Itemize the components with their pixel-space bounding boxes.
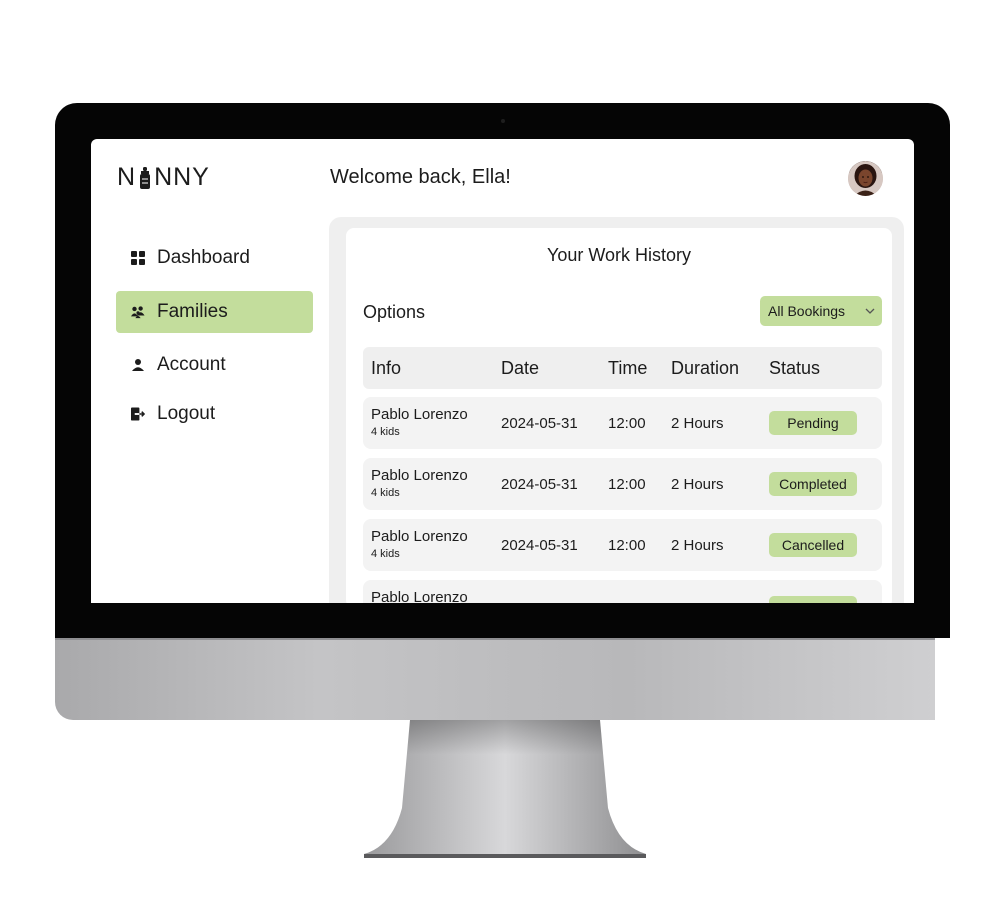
status-badge: Cancelled [769, 533, 857, 557]
booking-duration: 2 Hours [671, 476, 724, 493]
content-area: Your Work History Options All Bookings I… [91, 139, 914, 603]
table-row[interactable]: Pablo Lorenzo 4 kids 2024-05-31 12:00 2 … [363, 519, 882, 571]
status-badge [769, 596, 857, 603]
monitor-stand [364, 720, 646, 858]
bookings-filter-value: All Bookings [768, 303, 846, 319]
family-name: Pablo Lorenzo [371, 467, 468, 484]
camera-dot [501, 119, 505, 123]
status-badge: Completed [769, 472, 857, 496]
options-label: Options [363, 302, 426, 322]
column-header-info[interactable]: Info [371, 358, 401, 379]
column-header-status[interactable]: Status [769, 358, 820, 379]
column-header-time[interactable]: Time [608, 358, 647, 379]
table-header: Info Date Time Duration Status [363, 347, 882, 389]
kids-count: 4 kids [371, 487, 400, 499]
chevron-down-icon [865, 308, 875, 314]
booking-date: 2024-05-31 [501, 537, 578, 554]
table-row[interactable]: Pablo Lorenzo 4 kids 2024-05-31 12:00 2 … [363, 397, 882, 449]
family-name: Pablo Lorenzo [371, 528, 468, 545]
table-row[interactable]: Pablo Lorenzo [363, 580, 882, 603]
booking-date: 2024-05-31 [501, 476, 578, 493]
status-badge: Pending [769, 411, 857, 435]
family-name: Pablo Lorenzo [371, 406, 468, 423]
booking-time: 12:00 [608, 415, 646, 432]
kids-count: 4 kids [371, 548, 400, 560]
family-name: Pablo Lorenzo [371, 589, 468, 603]
booking-duration: 2 Hours [671, 415, 724, 432]
monitor-chin [55, 638, 935, 720]
table-row[interactable]: Pablo Lorenzo 4 kids 2024-05-31 12:00 2 … [363, 458, 882, 510]
bookings-filter-select[interactable]: All Bookings [760, 296, 882, 326]
kids-count: 4 kids [371, 426, 400, 438]
column-header-duration[interactable]: Duration [671, 358, 739, 379]
booking-duration: 2 Hours [671, 537, 724, 554]
booking-time: 12:00 [608, 537, 646, 554]
booking-date: 2024-05-31 [501, 415, 578, 432]
column-header-date[interactable]: Date [501, 358, 539, 379]
page-title: Your Work History [546, 245, 692, 265]
booking-time: 12:00 [608, 476, 646, 493]
